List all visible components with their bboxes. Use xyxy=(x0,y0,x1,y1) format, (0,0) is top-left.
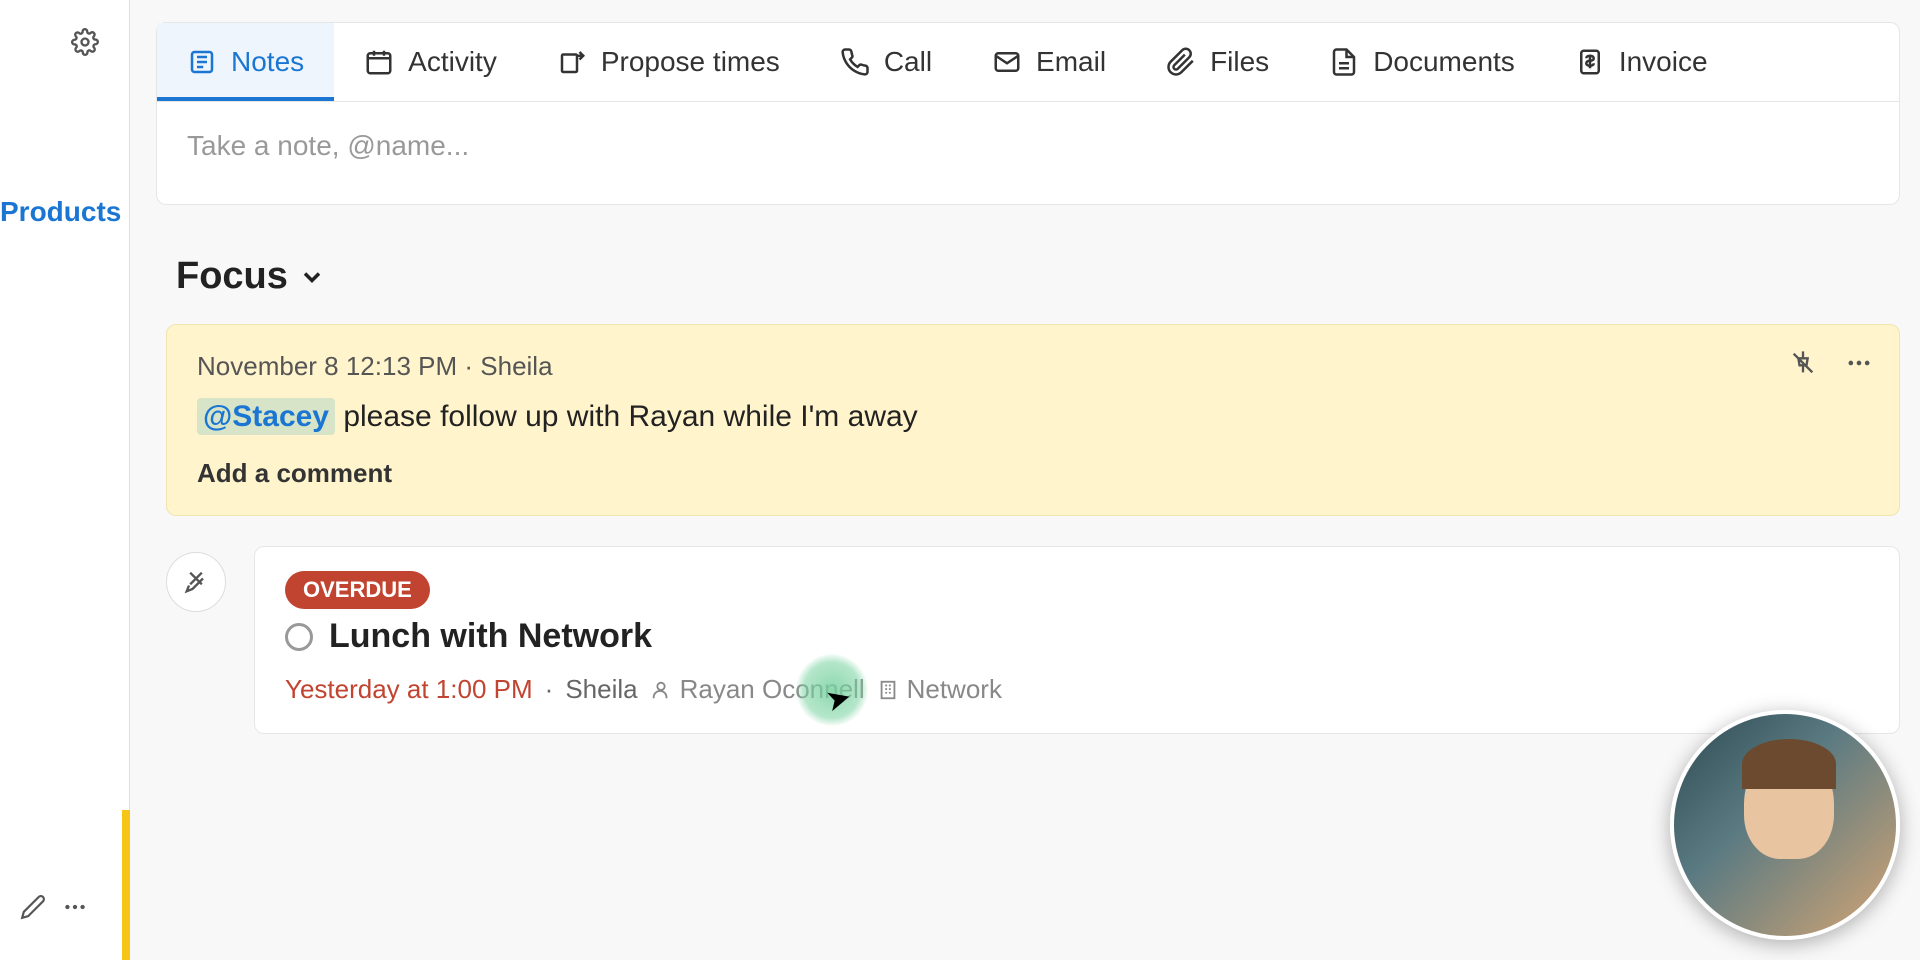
task-title: Lunch with Network xyxy=(329,617,652,656)
task-meta: Yesterday at 1:00 PM · Sheila Rayan Ocon… xyxy=(285,674,1869,705)
meta-sep: · xyxy=(545,674,554,705)
utensils-icon xyxy=(182,568,210,596)
invoice-icon xyxy=(1575,47,1605,77)
task-title-row: Lunch with Network xyxy=(285,617,1869,656)
tab-documents[interactable]: Documents xyxy=(1299,23,1545,101)
paperclip-icon xyxy=(1166,47,1196,77)
main-content: Notes Activity Propose times Call Email … xyxy=(156,22,1900,734)
tab-label: Propose times xyxy=(601,46,780,78)
unpin-icon[interactable] xyxy=(1789,349,1817,377)
tab-notes[interactable]: Notes xyxy=(157,23,334,101)
gear-icon[interactable] xyxy=(71,28,99,56)
task-type-lunch-icon[interactable] xyxy=(166,552,226,612)
sidebar-bottom xyxy=(20,894,88,920)
meta-sep: · xyxy=(464,351,480,381)
note-input[interactable]: Take a note, @name... xyxy=(156,102,1900,205)
tab-files[interactable]: Files xyxy=(1136,23,1299,101)
tab-label: Email xyxy=(1036,46,1106,78)
mail-icon xyxy=(992,47,1022,77)
mention[interactable]: @Stacey xyxy=(197,398,335,435)
more-icon[interactable] xyxy=(62,894,88,920)
calendar-icon xyxy=(364,47,394,77)
tab-invoice[interactable]: Invoice xyxy=(1545,23,1738,101)
sidebar-highlight xyxy=(0,810,130,960)
tab-label: Activity xyxy=(408,46,497,78)
overdue-badge: OVERDUE xyxy=(285,571,430,609)
task-org[interactable]: Network xyxy=(877,674,1002,705)
note-icon xyxy=(187,47,217,77)
presenter-avatar xyxy=(1670,710,1900,940)
pencil-icon[interactable] xyxy=(20,894,46,920)
pinned-note: November 8 12:13 PM · Sheila @Stacey ple… xyxy=(166,324,1900,516)
focus-heading[interactable]: Focus xyxy=(176,255,1900,298)
task-card[interactable]: OVERDUE Lunch with Network Yesterday at … xyxy=(254,546,1900,734)
building-icon xyxy=(877,679,899,701)
task-owner: Sheila xyxy=(565,674,637,705)
tab-label: Call xyxy=(884,46,932,78)
chevron-down-icon xyxy=(298,263,326,291)
task-person[interactable]: Rayan Oconnell xyxy=(650,674,865,705)
note-text: please follow up with Rayan while I'm aw… xyxy=(335,400,918,433)
task-person-name: Rayan Oconnell xyxy=(680,674,865,705)
document-icon xyxy=(1329,47,1359,77)
task-checkbox[interactable] xyxy=(285,623,313,651)
task-date: Yesterday at 1:00 PM xyxy=(285,674,533,705)
tabs-bar: Notes Activity Propose times Call Email … xyxy=(156,22,1900,102)
tab-label: Notes xyxy=(231,46,304,78)
phone-icon xyxy=(840,47,870,77)
tab-call[interactable]: Call xyxy=(810,23,962,101)
more-icon[interactable] xyxy=(1845,349,1873,377)
person-icon xyxy=(650,679,672,701)
note-timestamp: November 8 12:13 PM xyxy=(197,351,457,381)
note-meta: November 8 12:13 PM · Sheila xyxy=(197,351,1869,382)
focus-label: Focus xyxy=(176,255,288,298)
sidebar: Products xyxy=(0,0,130,960)
sidebar-item-products[interactable]: Products xyxy=(0,196,121,228)
tab-label: Files xyxy=(1210,46,1269,78)
tab-label: Invoice xyxy=(1619,46,1708,78)
tab-propose-times[interactable]: Propose times xyxy=(527,23,810,101)
note-body: @Stacey please follow up with Rayan whil… xyxy=(197,400,1869,434)
propose-icon xyxy=(557,47,587,77)
note-actions xyxy=(1789,349,1873,377)
task-org-name: Network xyxy=(907,674,1002,705)
tab-activity[interactable]: Activity xyxy=(334,23,527,101)
task-row: OVERDUE Lunch with Network Yesterday at … xyxy=(166,546,1900,734)
add-comment[interactable]: Add a comment xyxy=(197,458,1869,489)
tab-label: Documents xyxy=(1373,46,1515,78)
note-author: Sheila xyxy=(480,351,552,381)
tab-email[interactable]: Email xyxy=(962,23,1136,101)
